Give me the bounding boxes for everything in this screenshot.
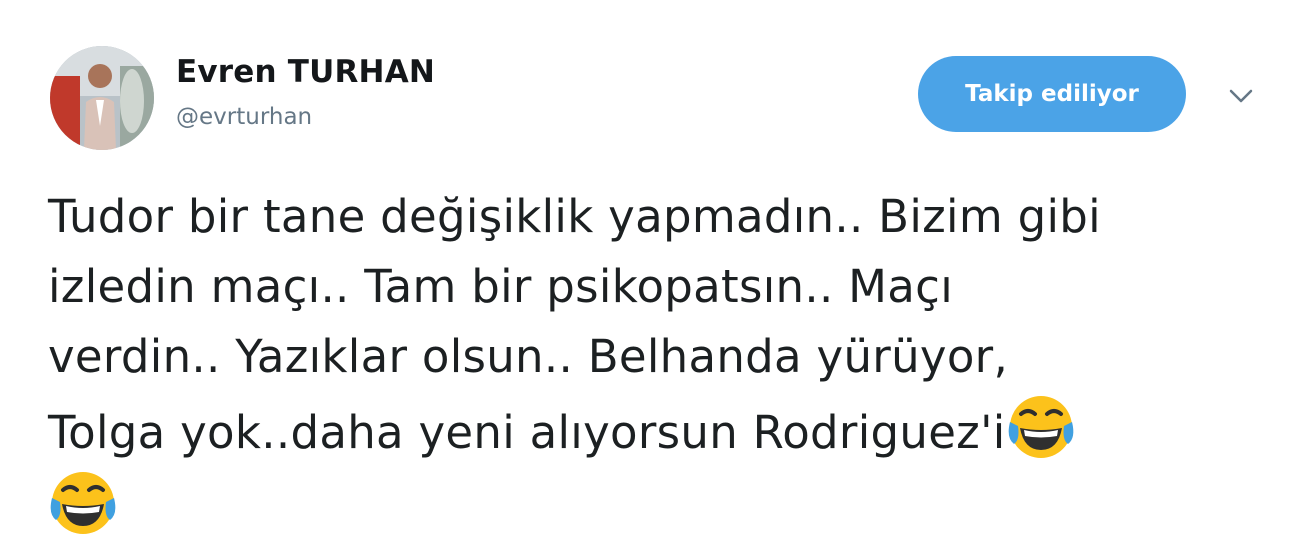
face-with-tears-of-joy-icon — [48, 468, 118, 538]
author-name[interactable]: Evren TURHAN — [176, 54, 435, 90]
tweet-text-line: verdin.. Yazıklar olsun.. Belhanda yürüy… — [48, 330, 1009, 383]
tweet-text-segment: Tolga yok..daha yeni alıyorsun Rodriguez… — [48, 406, 1006, 459]
author-handle[interactable]: @evrturhan — [176, 104, 312, 130]
avatar[interactable] — [50, 46, 154, 150]
tweet-text: Tudor bir tane değişiklik yapmadın.. Biz… — [48, 182, 1278, 544]
tweet-text-line: izledin maçı.. Tam bir psikopatsın.. Maç… — [48, 260, 954, 313]
tweet-text-line — [48, 468, 1278, 544]
face-with-tears-of-joy-icon — [1006, 392, 1076, 462]
following-button[interactable]: Takip ediliyor — [918, 56, 1186, 132]
profile-photo-icon — [50, 46, 154, 150]
tweet-text-line: Tudor bir tane değişiklik yapmadın.. Biz… — [48, 190, 1101, 243]
tweet-card: Evren TURHAN @evrturhan Takip ediliyor T… — [0, 0, 1304, 555]
tweet-text-line-with-emoji: Tolga yok..daha yeni alıyorsun Rodriguez… — [48, 392, 1278, 468]
chevron-down-icon[interactable] — [1224, 82, 1258, 110]
